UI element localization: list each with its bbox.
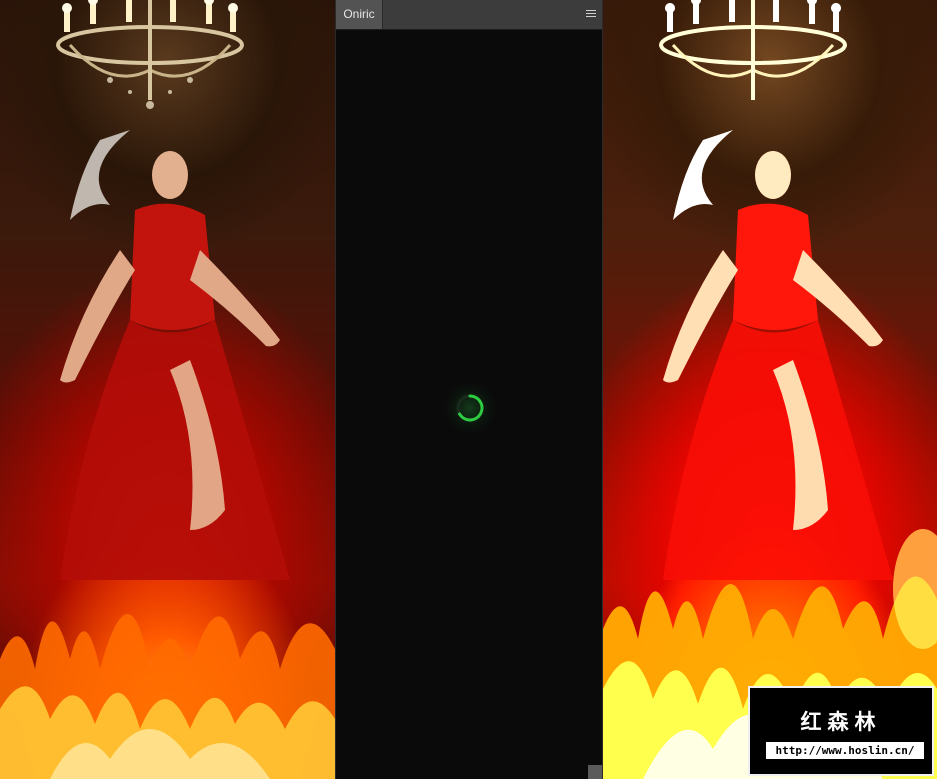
tab-oniric[interactable]: Oniric — [336, 0, 383, 29]
watermark-url: http://www.hoslin.cn/ — [766, 742, 924, 759]
resize-grip[interactable] — [588, 765, 602, 779]
panel-header: Oniric — [336, 0, 602, 30]
photo-after — [603, 0, 937, 779]
watermark-logo: 红森林 http://www.hoslin.cn/ — [748, 686, 934, 776]
chandelier-graphic — [659, 0, 847, 100]
hamburger-menu-icon[interactable] — [586, 10, 596, 18]
loading-spinner — [443, 381, 497, 435]
photo-before — [0, 0, 335, 779]
watermark-title: 红森林 — [800, 711, 882, 734]
fire-flames-graphic — [0, 614, 335, 779]
oniric-plugin-panel: Oniric — [335, 0, 603, 779]
spinner-ring-icon — [456, 394, 484, 422]
chandelier-graphic — [56, 0, 244, 109]
